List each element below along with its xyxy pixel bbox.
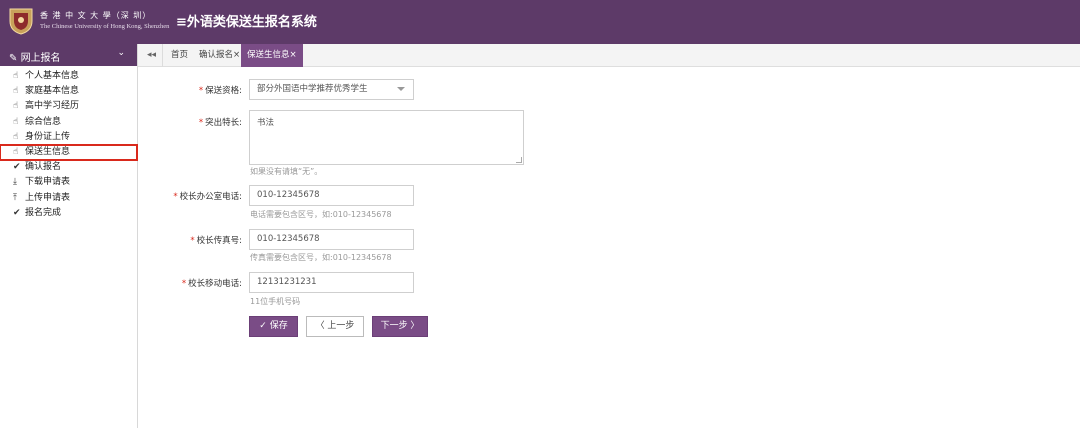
sidebar-item-download-form[interactable]: ⤓ 下载申请表 bbox=[0, 175, 137, 190]
sidebar-item-label: 个人基本信息 bbox=[25, 71, 80, 81]
check-icon: ✔ bbox=[13, 162, 21, 173]
sidebar-item-recommended-student[interactable]: ☝ 保送生信息 bbox=[0, 143, 138, 162]
qualification-select[interactable]: 部分外国语中学推荐优秀学生 bbox=[249, 79, 414, 100]
resize-handle-icon[interactable] bbox=[516, 157, 522, 163]
sidebar-item-upload-form[interactable]: ⤒ 上传申请表 bbox=[0, 191, 137, 206]
check-icon: ✔ bbox=[13, 207, 21, 218]
sidebar-item-label: 综合信息 bbox=[25, 116, 62, 127]
office-phone-value: 010-12345678 bbox=[257, 190, 320, 200]
sidebar-item-label: 确认报名 bbox=[25, 162, 62, 173]
download-icon: ⤓ bbox=[13, 177, 17, 188]
sidebar-item-id-upload[interactable]: ☝ 身份证上传 bbox=[0, 130, 137, 145]
sidebar-item-label: 家庭基本信息 bbox=[25, 86, 80, 97]
office-phone-hint: 电话需要包含区号，如:010-12345678 bbox=[250, 210, 392, 219]
sidebar-item-complete[interactable]: ✔ 报名完成 bbox=[0, 206, 137, 221]
sidebar: ✎ 网上报名 ⌄ ☝ 个人基本信息 ☝ 家庭基本信息 ☝ 高中学习经历 ☝ 综合信息 ☝… bbox=[0, 44, 138, 428]
sidebar-item-high-school[interactable]: ☝ 高中学习经历 bbox=[0, 99, 137, 114]
office-phone-label: * 校长办公室电话: bbox=[173, 192, 242, 202]
mobile-label: * 校长移动电话: bbox=[181, 279, 242, 289]
hand-pointer-icon: ☝ bbox=[13, 71, 19, 81]
edit-icon: ✎ bbox=[9, 53, 21, 64]
sidebar-item-label: 下载申请表 bbox=[25, 177, 71, 188]
tab-bar: ◂◂ 首页 确认报名× 保送生信息× bbox=[138, 44, 1080, 67]
previous-step-button[interactable]: 〈 上一步 bbox=[306, 316, 364, 337]
fax-label: * 校长传真号: bbox=[190, 236, 242, 246]
mobile-value: 12131231231 bbox=[257, 277, 317, 287]
specialty-value: 书法 bbox=[257, 118, 275, 128]
mobile-hint: 11位手机号码 bbox=[250, 297, 301, 306]
chevron-down-icon[interactable]: ⌄ bbox=[117, 48, 125, 58]
sidebar-item-confirm[interactable]: ✔ 确认报名 bbox=[0, 160, 137, 175]
tab-scroll-left-icon[interactable]: ◂◂ bbox=[147, 44, 156, 67]
tab-home[interactable]: 首页 bbox=[171, 44, 188, 67]
hand-pointer-icon: ☝ bbox=[13, 146, 19, 157]
sidebar-item-label: 报名完成 bbox=[25, 207, 62, 218]
hand-pointer-icon: ☝ bbox=[13, 86, 19, 97]
sidebar-section-header[interactable]: ✎ 网上报名 ⌄ bbox=[0, 44, 137, 66]
fax-value: 010-12345678 bbox=[257, 234, 320, 244]
sidebar-item-label: 高中学习经历 bbox=[25, 101, 80, 112]
sidebar-item-general-info[interactable]: ☝ 综合信息 bbox=[0, 115, 137, 130]
specialty-label: * 突出特长: bbox=[198, 118, 242, 128]
university-name-en: The Chinese University of Hong Kong, She… bbox=[40, 23, 170, 30]
hand-pointer-icon: ☝ bbox=[13, 131, 19, 142]
sidebar-item-label: 身份证上传 bbox=[25, 131, 71, 142]
next-step-button[interactable]: 下一步 〉 bbox=[372, 316, 428, 337]
specialty-hint: 如果没有请填“无”。 bbox=[250, 167, 323, 176]
chevron-down-icon bbox=[397, 87, 405, 91]
save-button[interactable]: ✓ 保存 bbox=[249, 316, 298, 337]
sidebar-item-family-info[interactable]: ☝ 家庭基本信息 bbox=[0, 84, 137, 99]
sidebar-item-label: 上传申请表 bbox=[25, 192, 71, 203]
system-title: ≡外语类保送生报名系统 bbox=[176, 15, 317, 30]
fax-input[interactable]: 010-12345678 bbox=[249, 229, 414, 250]
fax-hint: 传真需要包含区号，如:010-12345678 bbox=[250, 253, 392, 262]
sidebar-menu: ☝ 个人基本信息 ☝ 家庭基本信息 ☝ 高中学习经历 ☝ 综合信息 ☝ 身份证上传 ☝ 保送… bbox=[0, 69, 138, 221]
office-phone-input[interactable]: 010-12345678 bbox=[249, 185, 414, 206]
university-logo-icon bbox=[9, 8, 33, 35]
qualification-value: 部分外国语中学推荐优秀学生 bbox=[257, 84, 368, 94]
tab-recommended-student[interactable]: 保送生信息× bbox=[241, 44, 303, 67]
hand-pointer-icon: ☝ bbox=[13, 116, 19, 127]
tab-separator bbox=[162, 44, 163, 67]
hand-pointer-icon: ☝ bbox=[13, 101, 19, 112]
top-header: 香 港 中 文 大 學（深 圳） The Chinese University … bbox=[0, 0, 1080, 44]
sidebar-item-personal-info[interactable]: ☝ 个人基本信息 bbox=[0, 69, 137, 84]
qualification-label: * 保送资格: bbox=[198, 86, 242, 96]
mobile-input[interactable]: 12131231231 bbox=[249, 272, 414, 293]
specialty-textarea[interactable]: 书法 bbox=[249, 110, 524, 165]
sidebar-section-title: 网上报名 bbox=[20, 53, 61, 64]
upload-icon: ⤒ bbox=[13, 192, 17, 203]
sidebar-item-label: 保送生信息 bbox=[25, 146, 71, 157]
university-name-cn: 香 港 中 文 大 學（深 圳） bbox=[40, 11, 152, 20]
tab-confirm[interactable]: 确认报名× bbox=[199, 44, 240, 67]
